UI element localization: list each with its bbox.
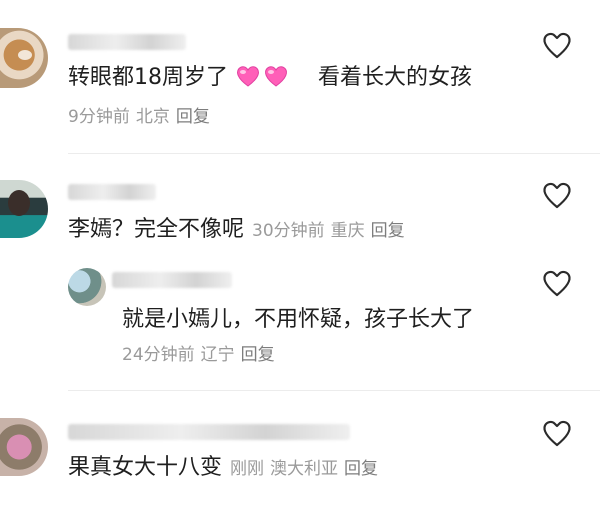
reply-button[interactable]: 回复 bbox=[344, 459, 378, 479]
username-blurred[interactable] bbox=[68, 34, 186, 50]
comment-time: 刚刚 bbox=[230, 459, 265, 479]
reply-button[interactable]: 回复 bbox=[176, 107, 210, 127]
username-blurred[interactable] bbox=[68, 424, 350, 440]
reply-button[interactable]: 回复 bbox=[241, 345, 275, 365]
comment-time: 30分钟前 bbox=[252, 221, 325, 241]
comment-text: 果真女大十八变 刚刚 澳大利亚 回复 bbox=[68, 454, 384, 483]
like-heart-icon[interactable] bbox=[540, 28, 574, 62]
comment-location: 辽宁 bbox=[200, 345, 235, 365]
comment-time: 24分钟前 bbox=[122, 345, 195, 365]
comment-location: 澳大利亚 bbox=[270, 459, 339, 479]
like-heart-icon[interactable] bbox=[540, 178, 574, 212]
comment-time: 9分钟前 bbox=[68, 107, 130, 127]
comment-meta: 9分钟前 北京 回复 bbox=[68, 106, 216, 128]
reply-meta: 24分钟前 辽宁 回复 bbox=[122, 344, 281, 366]
comment-text: 李嫣？完全不像呢 30分钟前 重庆 回复 bbox=[68, 216, 411, 245]
reply-button[interactable]: 回复 bbox=[371, 221, 405, 241]
comment-text-main: 李嫣？完全不像呢 bbox=[68, 217, 245, 242]
divider bbox=[68, 153, 600, 154]
reply-text: 就是小嫣儿，不用怀疑，孩子长大了 bbox=[122, 307, 475, 332]
username-blurred[interactable] bbox=[112, 272, 232, 288]
like-heart-icon[interactable] bbox=[540, 266, 574, 300]
pink-heart-icon bbox=[237, 66, 259, 87]
comment-location: 重庆 bbox=[330, 221, 365, 241]
comment-text-main: 果真女大十八变 bbox=[68, 455, 223, 480]
like-heart-icon[interactable] bbox=[540, 416, 574, 450]
avatar[interactable] bbox=[0, 28, 48, 88]
avatar[interactable] bbox=[0, 180, 48, 238]
avatar[interactable] bbox=[0, 418, 48, 476]
pink-heart-icon bbox=[265, 66, 287, 87]
divider bbox=[68, 390, 600, 391]
avatar[interactable] bbox=[68, 268, 106, 306]
comment-location: 北京 bbox=[135, 107, 170, 127]
comment-text-tail: 看着长大的女孩 bbox=[318, 65, 473, 90]
comment-text-main: 转眼都18周岁了 bbox=[68, 65, 228, 90]
comment-text: 转眼都18周岁了 看着长大的女孩 bbox=[68, 64, 472, 92]
username-blurred[interactable] bbox=[68, 184, 156, 200]
